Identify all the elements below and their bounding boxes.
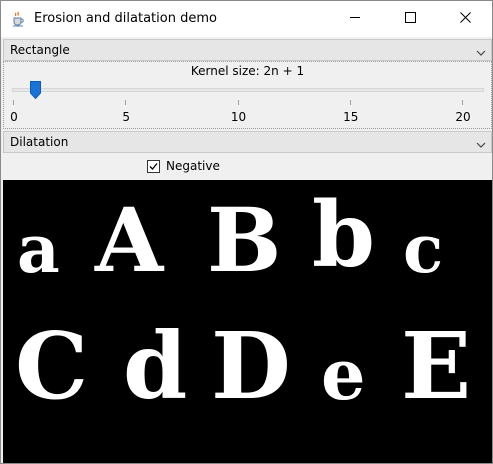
glyph-B-upper: B bbox=[207, 188, 282, 292]
slider-tick bbox=[462, 100, 463, 105]
chevron-down-icon bbox=[476, 138, 486, 148]
minimize-button[interactable] bbox=[332, 1, 378, 37]
kernel-size-slider-track[interactable] bbox=[12, 88, 484, 92]
slider-tick-label: 0 bbox=[10, 110, 18, 124]
slider-tick-label: 20 bbox=[455, 110, 471, 124]
minimize-icon bbox=[349, 12, 361, 26]
slider-tick bbox=[125, 100, 127, 105]
glyph-A-upper: A bbox=[95, 188, 164, 292]
glyph-b-lower: b bbox=[312, 182, 375, 288]
slider-tick bbox=[13, 100, 14, 105]
slider-tick bbox=[237, 100, 239, 105]
maximize-button[interactable] bbox=[387, 1, 433, 37]
glyph-E-upper: E bbox=[401, 312, 472, 420]
negative-label: Negative bbox=[166, 159, 220, 173]
app-window: Erosion and dilatation demo Rectangle Ke… bbox=[0, 0, 493, 464]
kernel-size-label: Kernel size: 2n + 1 bbox=[190, 64, 305, 78]
glyph-a-lower: a bbox=[17, 210, 60, 288]
kernel-size-slider-thumb[interactable] bbox=[30, 81, 42, 100]
chevron-down-icon bbox=[476, 46, 486, 56]
slider-tick bbox=[349, 100, 351, 105]
slider-tick-label: 15 bbox=[343, 110, 359, 124]
java-cup-icon bbox=[10, 11, 26, 27]
glyph-d-lower: d bbox=[123, 312, 188, 420]
kernel-shape-select[interactable]: Rectangle bbox=[3, 39, 492, 61]
image-canvas: a A B b c C d D e E bbox=[3, 180, 492, 463]
window-title: Erosion and dilatation demo bbox=[34, 11, 217, 26]
slider-tick-label: 5 bbox=[122, 110, 131, 124]
negative-checkbox-row[interactable]: Negative bbox=[147, 157, 220, 175]
glyph-D-upper: D bbox=[211, 312, 291, 420]
title-bar[interactable]: Erosion and dilatation demo bbox=[1, 1, 492, 37]
close-button[interactable] bbox=[442, 1, 488, 37]
slider-tick-label: 10 bbox=[230, 110, 247, 124]
negative-checkbox[interactable] bbox=[147, 159, 160, 173]
glyph-c-lower: c bbox=[403, 210, 444, 288]
glyph-C-upper: C bbox=[15, 312, 89, 420]
close-icon bbox=[459, 12, 471, 26]
glyph-e-lower: e bbox=[321, 333, 366, 416]
kernel-size-panel: Kernel size: 2n + 1 0 5 10 15 20 bbox=[3, 61, 492, 129]
operation-value: Dilatation bbox=[10, 135, 69, 149]
maximize-icon bbox=[404, 12, 416, 26]
checkmark-icon bbox=[149, 162, 158, 170]
kernel-shape-value: Rectangle bbox=[10, 43, 70, 57]
operation-select[interactable]: Dilatation bbox=[3, 131, 492, 153]
